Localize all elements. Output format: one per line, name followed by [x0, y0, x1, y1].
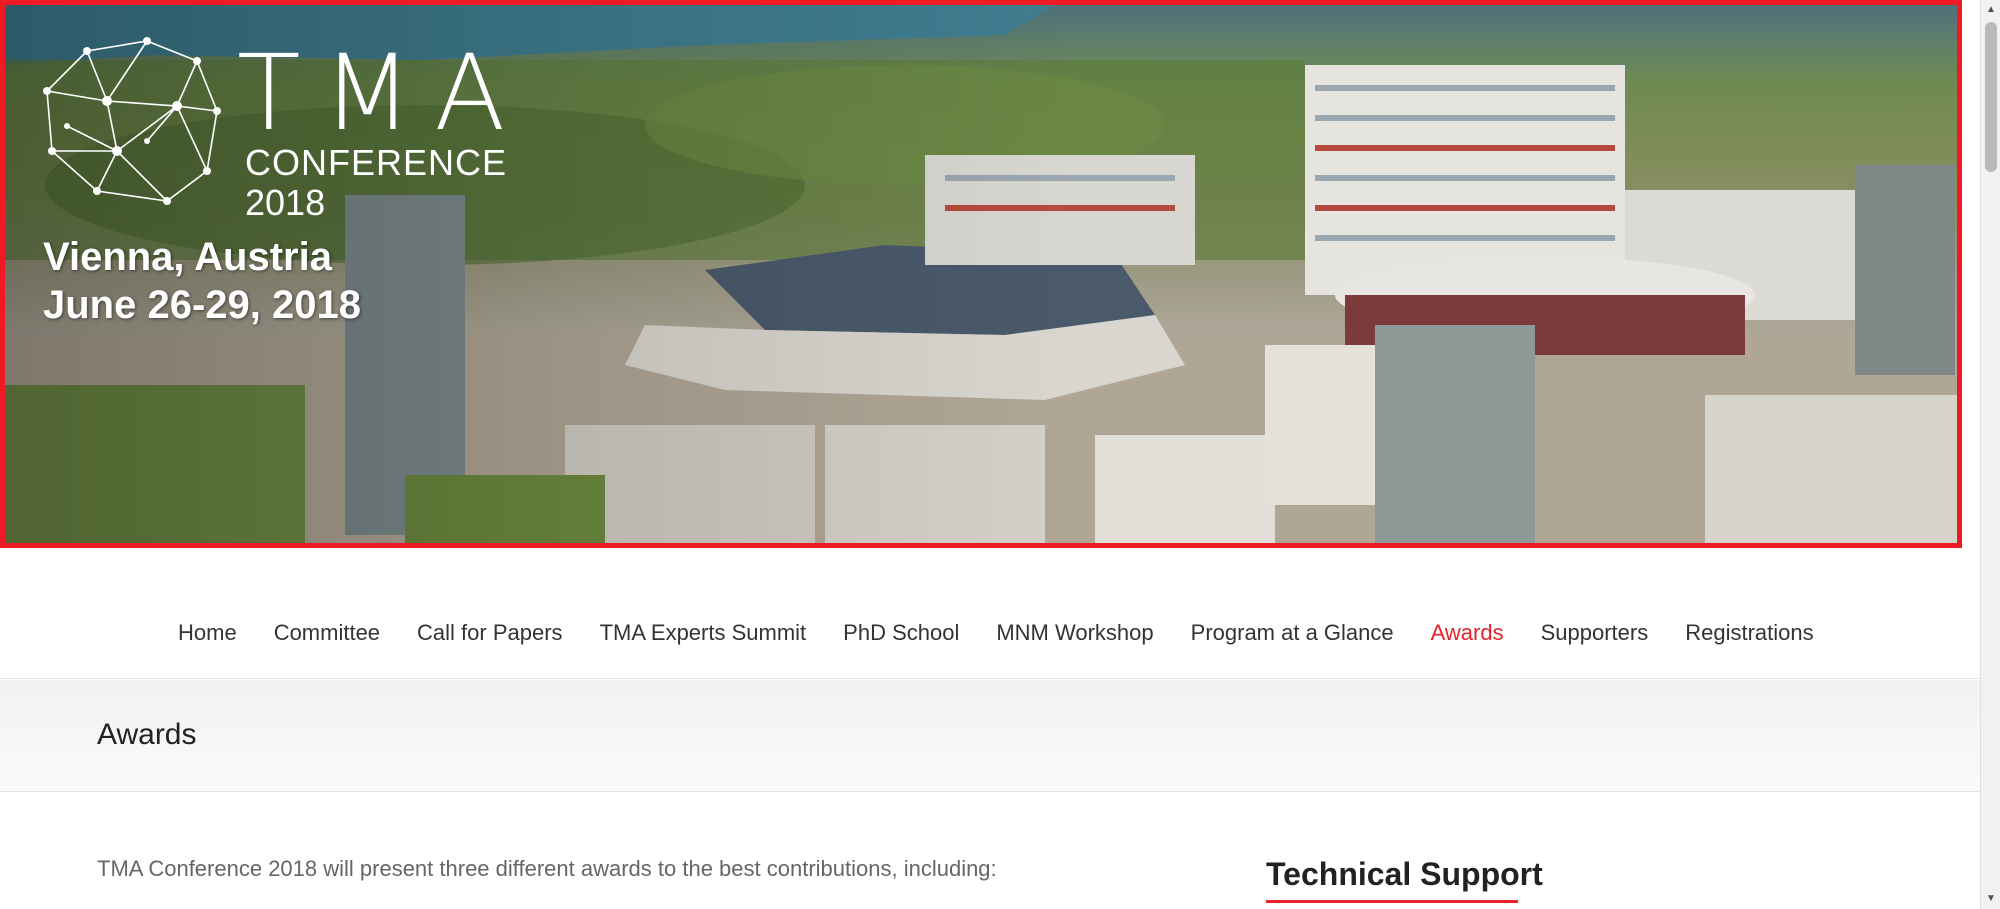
sidebar-widget-title: Technical Support — [1266, 856, 1543, 892]
hero-location: Vienna, Austria — [43, 235, 332, 279]
scrollbar-thumb[interactable] — [1985, 22, 1997, 172]
main-navigation: Home Committee Call for Papers TMA Exper… — [0, 548, 1980, 679]
nav-item-supporters[interactable]: Supporters — [1541, 620, 1649, 646]
scroll-down-arrow-icon[interactable]: ▼ — [1981, 889, 2000, 909]
nav-item-program-at-a-glance[interactable]: Program at a Glance — [1191, 620, 1394, 646]
nav-item-committee[interactable]: Committee — [274, 620, 380, 646]
nav-item-registrations[interactable]: Registrations — [1685, 620, 1813, 646]
nav-item-tma-experts-summit[interactable]: TMA Experts Summit — [600, 620, 807, 646]
widget-title-underline — [1266, 900, 1518, 903]
awards-intro-text: TMA Conference 2018 will present three d… — [97, 856, 997, 881]
nav-menu: Home Committee Call for Papers TMA Exper… — [178, 620, 1851, 646]
nav-item-home[interactable]: Home — [178, 620, 237, 646]
nav-item-awards[interactable]: Awards — [1431, 620, 1504, 646]
nav-item-mnm-workshop[interactable]: MNM Workshop — [996, 620, 1153, 646]
logo-title: TMA — [237, 32, 528, 154]
scroll-up-arrow-icon[interactable]: ▲ — [1981, 0, 2000, 20]
hero-banner: TMA CONFERENCE 2018 Vienna, Austria June… — [0, 0, 1962, 548]
hero-dates: June 26-29, 2018 — [43, 283, 361, 327]
page-title: Awards — [97, 718, 197, 751]
page-scrollbar[interactable]: ▲ ▼ — [1980, 0, 2000, 909]
logo-year: 2018 — [245, 182, 326, 223]
nav-item-call-for-papers[interactable]: Call for Papers — [417, 620, 563, 646]
page-title-bar: Awards — [0, 680, 1980, 792]
nav-item-phd-school[interactable]: PhD School — [843, 620, 959, 646]
logo-subtitle: CONFERENCE — [245, 142, 508, 183]
